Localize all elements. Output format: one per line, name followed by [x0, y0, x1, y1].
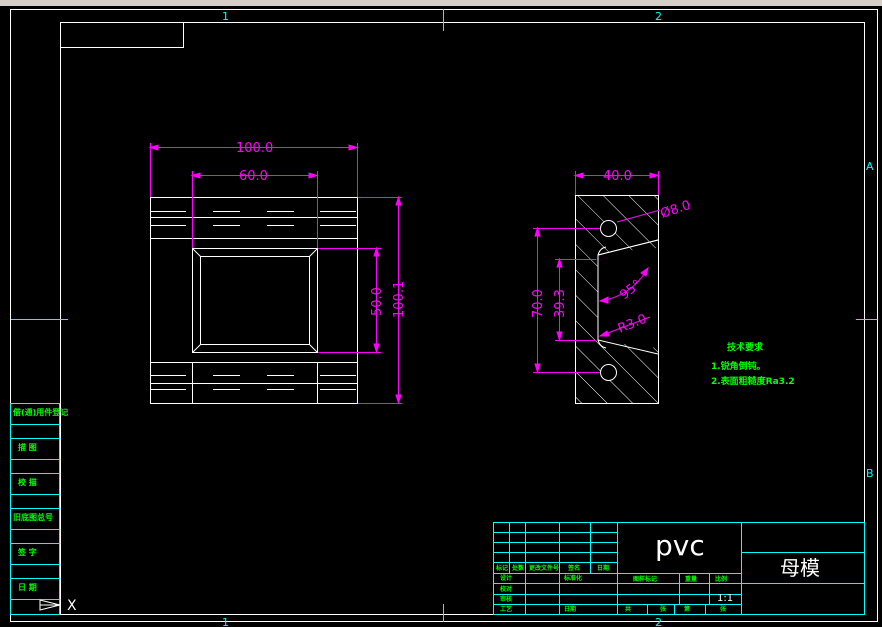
- front-view-dimension-text: 100.0 60.0 50.0 100.1: [236, 141, 407, 318]
- row-label-4: 签名: [567, 564, 580, 572]
- stamp-label-3: 校 描: [18, 477, 37, 487]
- sheet-label-3: 第: [683, 605, 690, 613]
- tech-req-title: 技术要求: [727, 341, 764, 353]
- stamp-label-4: 旧底图总号: [13, 512, 53, 522]
- scale-value: 1:1: [717, 593, 733, 604]
- side-view-dimension-text: 40.0 Ø8.0 70.0 39.3 95° R3.0: [531, 169, 693, 337]
- left-label-6: 日期: [564, 605, 576, 613]
- tech-req-item-1: 1.锐角倒钝。: [711, 360, 766, 372]
- front-view-outline: [150, 197, 358, 404]
- dim-height-total: 70.0: [531, 289, 546, 318]
- left-stamp-table: 借(通)用件登记 描 图 校 描 旧底图总号 签 字 日 期: [10, 403, 68, 615]
- left-label-3: 校对: [500, 585, 512, 593]
- side-view[interactable]: 40.0 Ø8.0 70.0 39.3 95° R3.0: [531, 169, 693, 404]
- ucs-x-label: X: [67, 598, 77, 614]
- header-label-1: 图样标记: [633, 575, 657, 583]
- zone-bottom-2: 2: [655, 616, 662, 627]
- zone-labels: 1 2 1 2 A B: [222, 10, 874, 627]
- header-label-3: 比例: [715, 575, 727, 583]
- sheet-border: [10, 9, 878, 622]
- left-label-4: 审核: [500, 595, 512, 603]
- sheet-label-4: 张: [720, 605, 727, 613]
- dim-radius: R3.0: [616, 312, 649, 337]
- zone-right-A: A: [866, 160, 874, 173]
- left-label-1: 设计: [500, 574, 512, 582]
- row-label-2: 处数: [511, 564, 525, 572]
- dim-width-inner: 60.0: [239, 169, 268, 184]
- dim-hole-diameter: Ø8.0: [659, 198, 693, 222]
- sheet-label-1: 共: [625, 605, 631, 613]
- dim-height-slot: 39.3: [553, 289, 568, 318]
- zone-top-2: 2: [655, 10, 662, 23]
- ucs-icon: X: [39, 598, 77, 614]
- stamp-label-1: 借(通)用件登记: [12, 407, 68, 417]
- zone-right-B: B: [866, 467, 874, 480]
- title-block[interactable]: pvc 母模 1:1 图样标记 重量 比例 标记 处数 更改文件号 签名 日期 …: [493, 522, 865, 615]
- part-name: 母模: [780, 556, 820, 580]
- dim-angle: 95°: [617, 277, 644, 303]
- drawing-frame: [60, 22, 865, 615]
- stamp-label-2: 描 图: [18, 442, 37, 452]
- dim-width-outer: 100.0: [236, 141, 273, 156]
- cad-drawing-canvas[interactable]: 1 2 1 2 A B 100.0 60.0 50.0 100.1 40.0 Ø…: [0, 6, 882, 627]
- row-label-5: 日期: [597, 564, 609, 572]
- dim-height-inner: 50.0: [370, 287, 385, 316]
- front-view[interactable]: 100.0 60.0 50.0 100.1: [148, 141, 407, 405]
- hole-top: [600, 220, 617, 237]
- front-view-dimension-lines: [148, 143, 402, 405]
- zone-bottom-1: 1: [222, 616, 229, 627]
- left-label-2: 标准化: [563, 574, 582, 582]
- dim-side-width: 40.0: [603, 169, 632, 184]
- left-label-5: 工艺: [500, 605, 512, 613]
- zone-top-1: 1: [222, 10, 229, 23]
- tech-req-item-2: 2.表面粗糙度Ra3.2: [711, 375, 795, 387]
- sheet-label-2: 张: [660, 605, 667, 613]
- hole-bottom: [600, 364, 617, 381]
- dim-height-outer: 100.1: [392, 281, 407, 318]
- row-label-1: 标记: [495, 564, 508, 572]
- technical-requirements: 技术要求 1.锐角倒钝。 2.表面粗糙度Ra3.2: [711, 341, 795, 387]
- zone-ticks: [11, 9, 877, 622]
- stamp-label-6: 日 期: [18, 582, 37, 592]
- stamp-label-5: 签 字: [17, 547, 37, 557]
- row-label-3: 更改文件号: [529, 564, 559, 572]
- material-name: pvc: [655, 529, 705, 562]
- header-label-2: 重量: [685, 575, 697, 583]
